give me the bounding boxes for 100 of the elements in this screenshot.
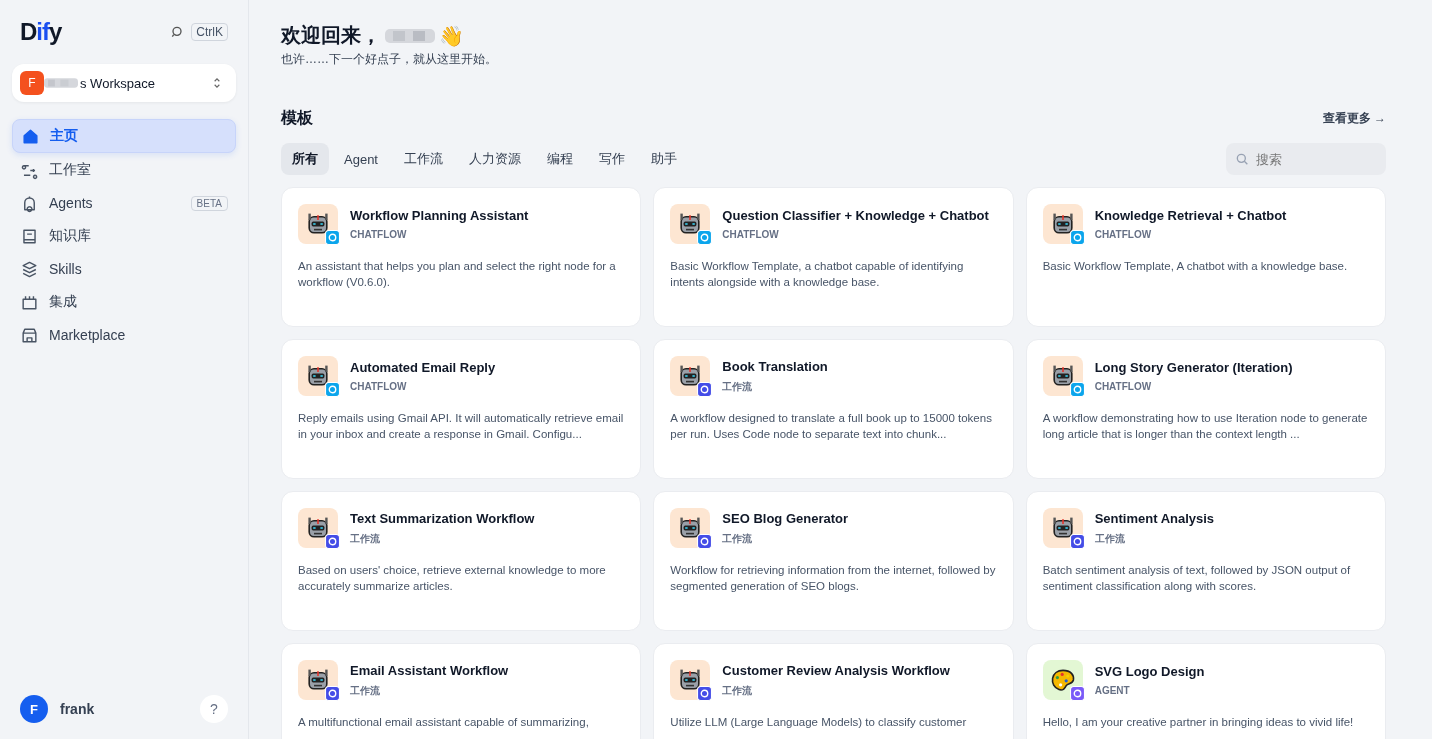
nav-icon [20,259,39,279]
template-title: Book Translation [722,358,828,374]
app-icon [670,508,711,548]
type-badge-icon [325,382,340,397]
template-card[interactable]: Long Story Generator (Iteration) CHATFLOW A workflow demonstrating how to use Iteration node to generate long article that is longer than the context length ... [1025,339,1386,479]
nav-icon [20,226,39,246]
template-type: 工作流 [722,531,754,546]
app-icon [298,508,338,548]
nav-item[interactable]: Agents BETA [12,187,236,219]
template-card[interactable]: SEO Blog Generator 工作流 Workflow for retrieving information from the internet, followed by segmented generation of SEO blogs. [653,491,1014,631]
nav-item[interactable]: 知识库 [12,220,236,252]
nav-item[interactable]: Marketplace [12,319,236,351]
type-badge-icon [325,686,340,701]
template-type: CHATFLOW [350,381,408,392]
dify-logo[interactable]: Dify [20,18,164,46]
template-title: Customer Review Analysis Workflow [722,662,950,678]
template-type: 工作流 [1094,531,1126,546]
template-title: Email Assistant Workflow [350,662,509,678]
template-description: Batch sentiment analysis of text, followed by JSON output of sentiment classification along with scores. [1042,563,1352,594]
type-badge-icon [697,382,713,397]
app-icon [1042,204,1083,244]
app-icon [670,660,711,700]
type-badge-icon [1069,686,1085,701]
category-tab[interactable]: 编程 [536,143,584,175]
template-card[interactable]: Automated Email Reply CHATFLOW Reply emails using Gmail API. It will automatically retrieve email in your inbox and create a response in Gmail. Configu... [281,339,642,479]
template-description: A workflow designed to translate a full book up to 15000 tokens per run. Uses Code node to separate text into chunk... [670,411,993,442]
type-badge-icon [697,230,713,245]
nav-item[interactable]: 工作室 [12,154,236,186]
type-badge-icon [697,534,713,549]
help-button[interactable]: ? [200,695,228,723]
template-description: Workflow for retrieving information from the internet, followed by segmented generation of SEO blogs. [670,563,997,594]
template-title: SVG Logo Design [1094,664,1205,679]
template-type: CHATFLOW [1094,229,1153,240]
template-title: Long Story Generator (Iteration) [1094,360,1293,375]
template-card[interactable]: Knowledge Retrieval + Chatbot CHATFLOW Basic Workflow Template, A chatbot with a knowledge base. [1025,187,1386,327]
template-type: CHATFLOW [1094,381,1153,392]
category-tab[interactable]: 人力资源 [458,143,532,175]
user-name: frank [60,701,96,717]
nav-icon [20,325,39,345]
template-type: CHATFLOW [722,229,780,240]
type-badge-icon [1069,382,1085,397]
wave-emoji: 👋 [439,23,464,48]
template-title: Text Summarization Workflow [350,510,535,526]
template-type: 工作流 [722,379,754,394]
app-icon [298,356,338,396]
type-badge-icon [325,230,340,245]
template-title: Sentiment Analysis [1094,510,1215,526]
app-icon [298,660,338,700]
welcome-title: 欢迎回来， [281,23,381,48]
section-title: 模板 [281,108,313,128]
template-card[interactable]: Book Translation 工作流 A workflow designed to translate a full book up to 15000 tokens per run. Uses Code node to separate text into chunk... [653,339,1014,479]
search-field[interactable]: 搜索 [1226,143,1386,175]
template-type: 工作流 [350,683,381,698]
workspace-avatar: F [20,71,44,95]
template-title: Question Classifier + Knowledge + Chatbot [722,208,989,223]
search-icon [1234,151,1250,167]
workspace-name: s Workspace [80,75,156,91]
category-tab[interactable]: 写作 [588,143,636,175]
template-description: An assistant that helps you plan and select the right node for a workflow (V0.6.0). [298,259,617,290]
type-badge-icon [325,534,340,549]
nav-item[interactable]: 集成 [12,286,236,318]
type-badge-icon [1069,230,1085,245]
template-title: Knowledge Retrieval + Chatbot [1094,208,1287,223]
app-icon [670,204,711,244]
template-description: Basic Workflow Template, A chatbot with a knowledge base. [1042,259,1349,274]
template-card[interactable]: Sentiment Analysis 工作流 Batch sentiment analysis of text, followed by JSON output of sentiment classification along with scores. [1025,491,1386,631]
category-tab[interactable]: 所有 [281,143,329,175]
category-tab[interactable]: 助手 [640,143,688,175]
nav-item[interactable]: 主页 [12,119,236,153]
template-title: SEO Blog Generator [722,510,849,526]
template-card[interactable]: SVG Logo Design AGENT Hello, I am your creative partner in bringing ideas to vivid life! [1025,643,1386,739]
beta-badge: BETA [190,195,228,211]
app-icon [1042,660,1083,700]
template-card[interactable]: Workflow Planning Assistant CHATFLOW An assistant that helps you plan and select the right node for a workflow (V0.6.0). [281,187,642,327]
template-description: Based on users' choice, retrieve external knowledge to more accurately summarize articles. [298,563,607,594]
shortcut-key: CtrlK [191,23,228,41]
template-description: Reply emails using Gmail API. It will automatically retrieve email in your inbox and create a response in Gmail. Configu... [298,411,625,442]
template-description: Hello, I am your creative partner in bringing ideas to vivid life! [1042,715,1355,730]
nav-item[interactable]: Skills [12,253,236,285]
template-description: A multifunctional email assistant capable of summarizing, [298,715,590,730]
type-badge-icon [1069,534,1085,549]
see-more-link[interactable]: 查看更多 → [1322,110,1386,127]
template-card[interactable]: Text Summarization Workflow 工作流 Based on users' choice, retrieve external knowledge to more accurately summarize articles. [281,491,642,631]
template-type: 工作流 [722,683,754,698]
workspace-selector[interactable]: F s Workspace [12,64,236,102]
user-avatar[interactable]: F [20,695,48,723]
nav-icon [21,126,40,146]
template-type: AGENT [1094,685,1131,696]
category-tab[interactable]: 工作流 [393,143,454,175]
template-title: Workflow Planning Assistant [350,208,529,223]
app-icon [670,356,711,396]
app-icon [1042,508,1083,548]
template-card[interactable]: Email Assistant Workflow 工作流 A multifunctional email assistant capable of summarizing, [281,643,642,739]
app-icon [298,204,338,244]
template-card[interactable]: Customer Review Analysis Workflow 工作流 Utilize LLM (Large Language Models) to classify customer [653,643,1014,739]
template-type: CHATFLOW [350,229,408,240]
category-tab[interactable]: Agent [333,143,389,175]
template-description: Utilize LLM (Large Language Models) to classify customer [670,715,968,730]
welcome-subtitle: 也许……下一个好点子，就从这里开始。 [281,51,498,68]
template-card[interactable]: Question Classifier + Knowledge + Chatbot CHATFLOW Basic Workflow Template, a chatbot capable of identifying intents alongside with a knowledge base. [653,187,1014,327]
